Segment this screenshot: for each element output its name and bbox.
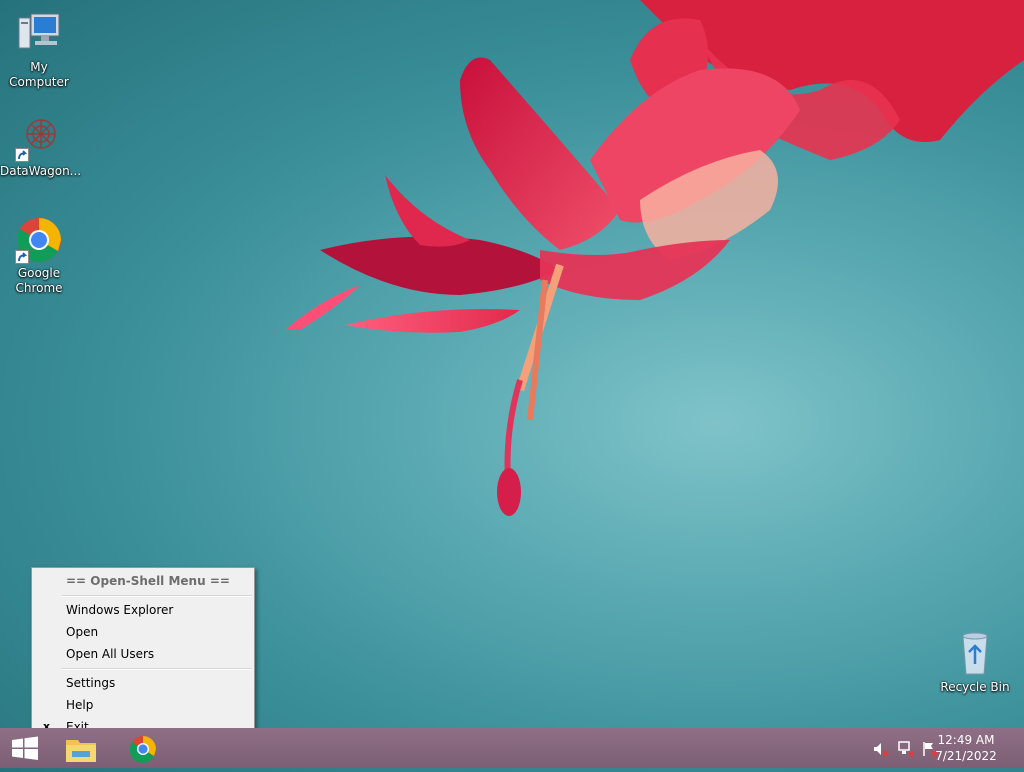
desktop-icon-recycle-bin[interactable]: Recycle Bin <box>936 630 1014 695</box>
menu-item-settings[interactable]: Settings <box>66 673 252 693</box>
menu-separator <box>62 668 252 670</box>
computer-icon <box>15 10 63 58</box>
clock-time: 12:49 AM <box>937 733 995 747</box>
menu-gutter <box>32 568 60 739</box>
chrome-icon <box>129 736 156 763</box>
taskbar-chrome-button[interactable] <box>116 728 170 768</box>
menu-item-open[interactable]: Open <box>66 622 252 642</box>
windows-logo-icon <box>12 736 38 760</box>
taskbar: 12:49 AM 7/21/2022 <box>0 728 1024 768</box>
open-shell-context-menu: == Open-Shell Menu == Windows Explorer O… <box>31 567 255 740</box>
clock-date: 7/21/2022 <box>935 749 997 763</box>
shortcut-arrow-icon <box>15 250 29 264</box>
datawagon-icon <box>15 114 63 162</box>
menu-header: == Open-Shell Menu == <box>66 574 230 588</box>
desktop-icon-label: Recycle Bin <box>940 680 1010 694</box>
taskbar-clock[interactable]: 12:49 AM 7/21/2022 <box>926 732 1006 764</box>
desktop-icon-my-computer[interactable]: My Computer <box>0 10 78 90</box>
menu-item-windows-explorer[interactable]: Windows Explorer <box>66 600 252 620</box>
shortcut-arrow-icon <box>15 148 29 162</box>
desktop-icon-label: DataWagon... <box>0 164 82 178</box>
menu-item-open-all-users[interactable]: Open All Users <box>66 644 252 664</box>
recycle-bin-icon <box>951 630 999 678</box>
menu-separator <box>62 595 252 597</box>
chrome-icon <box>15 216 63 264</box>
desktop-icon-label-line2: Chrome <box>15 281 63 295</box>
start-button[interactable] <box>2 728 48 768</box>
taskbar-file-explorer-button[interactable] <box>54 728 108 768</box>
menu-item-help[interactable]: Help <box>66 695 252 715</box>
network-icon[interactable] <box>897 740 915 758</box>
desktop-icon-label-line1: Google <box>17 266 61 280</box>
desktop-icon-google-chrome[interactable]: Google Chrome <box>0 216 78 296</box>
desktop-icon-label: My Computer <box>9 60 69 89</box>
file-explorer-icon <box>66 740 96 762</box>
volume-muted-icon[interactable] <box>872 740 890 758</box>
desktop-icon-datawagon[interactable]: DataWagon... <box>0 114 82 179</box>
